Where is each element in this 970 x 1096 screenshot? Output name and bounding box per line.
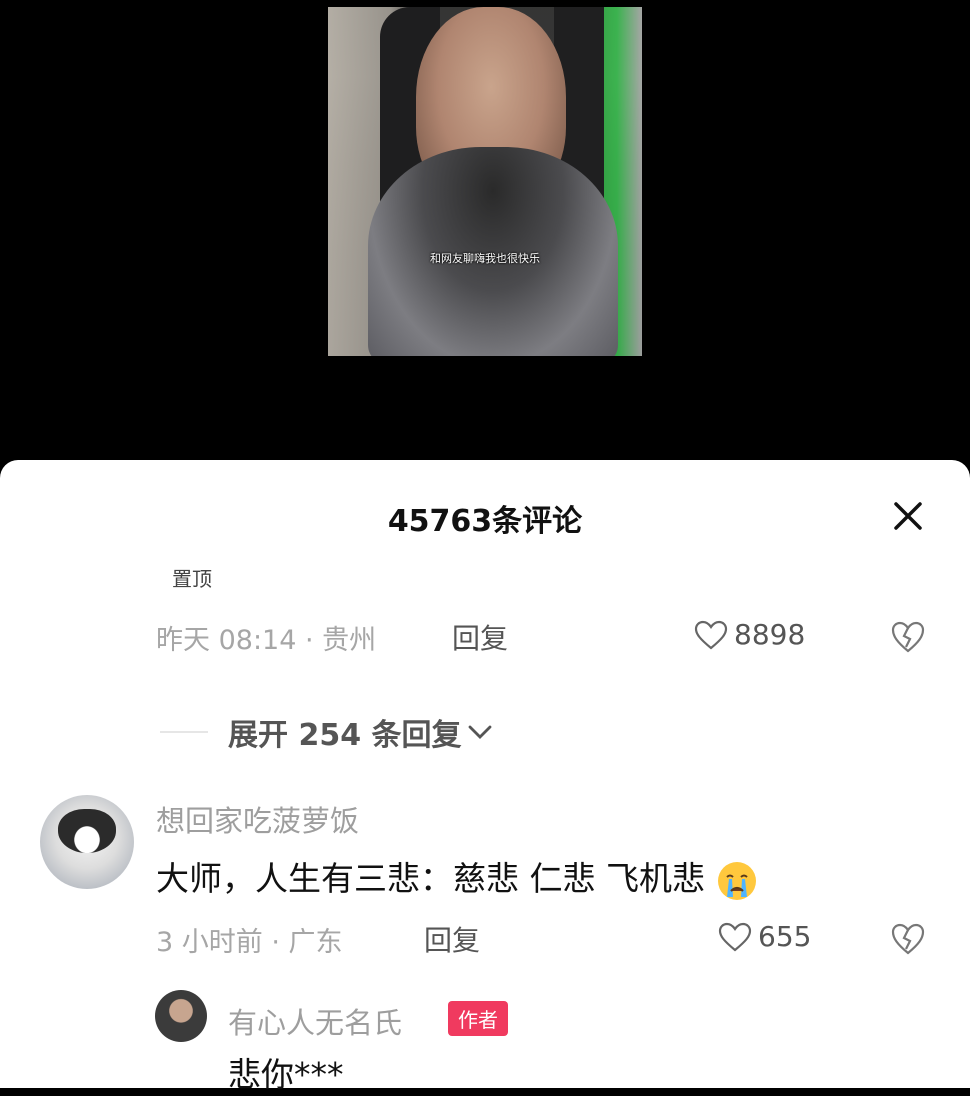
expand-divider	[160, 731, 208, 733]
reply-avatar[interactable]	[155, 990, 207, 1042]
expand-replies-label: 展开 254 条回复	[228, 718, 462, 753]
video-area[interactable]: 和网友聊嗨我也很快乐	[0, 0, 970, 470]
expand-replies-button[interactable]: 展开 254 条回复	[160, 710, 494, 754]
comment-username[interactable]: 想回家吃菠萝饭	[156, 798, 359, 840]
broken-heart-icon[interactable]	[890, 620, 926, 654]
reply-text: 悲你***	[228, 1055, 344, 1094]
comment-like-button[interactable]: 655	[718, 920, 811, 953]
comment-text: 大师，人生有三悲：慈悲 仁悲 飞机悲	[156, 852, 759, 903]
pinned-reply-button[interactable]: 回复	[452, 617, 508, 657]
comment-like-count: 655	[758, 920, 812, 953]
comment-meta: 3 小时前 · 广东	[156, 927, 343, 958]
crying-face-icon	[718, 861, 757, 900]
avatar[interactable]	[40, 795, 134, 889]
video-caption: 和网友聊嗨我也很快乐	[430, 252, 540, 265]
chevron-down-icon	[468, 725, 491, 739]
heart-icon	[694, 620, 728, 649]
reply-username[interactable]: 有心人无名氏	[228, 1000, 402, 1042]
comment-reply-button[interactable]: 回复	[424, 919, 480, 959]
pinned-like-count: 8898	[734, 618, 806, 651]
pinned-label: 置顶	[172, 567, 212, 591]
comments-sheet: 45763条评论 置顶 昨天 08:14 · 贵州 回复 8898 展开 254…	[0, 460, 970, 1094]
pinned-meta: 昨天 08:14 · 贵州	[156, 625, 377, 656]
close-icon[interactable]	[888, 496, 928, 536]
comment-text-body: 大师，人生有三悲：慈悲 仁悲 飞机悲	[156, 859, 705, 898]
video-frame[interactable]: 和网友聊嗨我也很快乐	[328, 7, 642, 356]
broken-heart-icon[interactable]	[890, 922, 926, 956]
comments-count-title: 45763条评论	[387, 504, 583, 539]
author-badge: 作者	[448, 1001, 508, 1036]
heart-icon	[718, 922, 752, 951]
dog-avatar-image	[58, 809, 116, 853]
pinned-like-button[interactable]: 8898	[694, 618, 805, 651]
